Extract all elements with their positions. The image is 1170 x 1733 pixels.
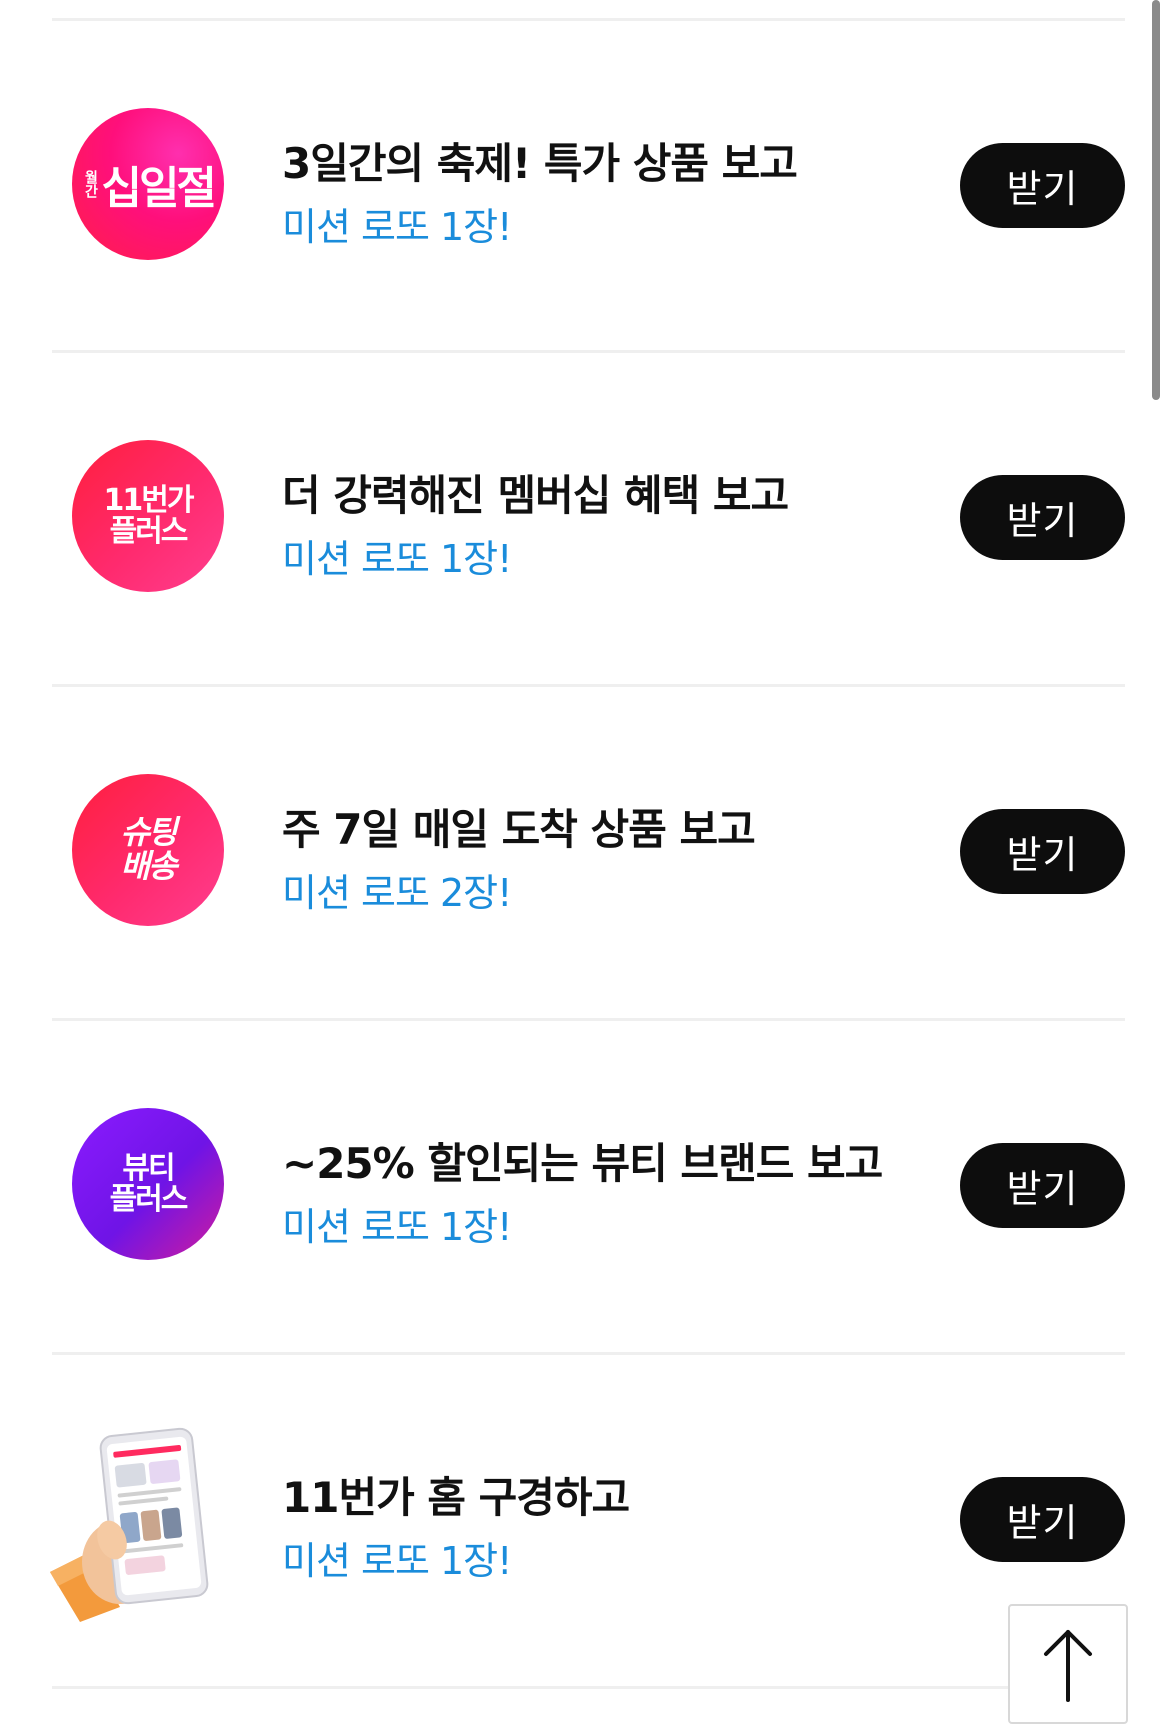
phone-in-hand-illustration (50, 1427, 209, 1622)
scrollbar[interactable] (1152, 0, 1160, 400)
mission-item-festival: 월간 십일절 3일간의 축제! 특가 상품 보고 미션 로또 1장! 받기 (52, 18, 1125, 348)
mission-item-11st-home: 11번가 홈 구경하고 미션 로또 1장! 받기 (50, 1352, 1125, 1682)
mission-reward: 미션 로또 1장! (282, 537, 512, 581)
mission-title: 더 강력해진 멤버십 혜택 보고 (282, 471, 789, 520)
shooting-delivery-logo-icon: 슈팅 배송 (72, 774, 224, 926)
festival-logo-icon: 월간 십일절 (72, 108, 224, 260)
mission-item-11st-plus: 11번가 플러스 더 강력해진 멤버십 혜택 보고 미션 로또 1장! 받기 (52, 350, 1125, 680)
claim-button[interactable]: 받기 (960, 143, 1125, 228)
mission-reward: 미션 로또 1장! (282, 205, 512, 249)
11st-plus-logo-icon: 11번가 플러스 (72, 440, 224, 592)
mission-title: 3일간의 축제! 특가 상품 보고 (282, 139, 798, 188)
claim-button[interactable]: 받기 (960, 1477, 1125, 1562)
festival-logo-main-text: 십일절 (101, 163, 216, 214)
mission-reward: 미션 로또 1장! (282, 1205, 512, 1249)
festival-logo-side-text: 월간 (82, 170, 99, 198)
claim-button[interactable]: 받기 (960, 809, 1125, 894)
mission-reward: 미션 로또 2장! (282, 871, 512, 915)
divider (52, 1686, 1125, 1689)
logo-line-1: 슈팅 (120, 813, 178, 852)
logo-line-2: 플러스 (109, 514, 189, 549)
logo-line-2: 배송 (120, 847, 178, 885)
logo-line-1: 뷰티 (122, 1150, 175, 1186)
mission-title: 주 7일 매일 도착 상품 보고 (282, 805, 756, 854)
mission-title: ~25% 할인되는 뷰티 브랜드 보고 (282, 1139, 883, 1188)
mission-item-beauty-plus: 뷰티 플러스 ~25% 할인되는 뷰티 브랜드 보고 미션 로또 1장! 받기 (52, 1018, 1125, 1348)
mission-item-shooting-delivery: 슈팅 배송 주 7일 매일 도착 상품 보고 미션 로또 2장! 받기 (52, 684, 1125, 1014)
claim-button[interactable]: 받기 (960, 475, 1125, 560)
beauty-plus-logo-icon: 뷰티 플러스 (72, 1108, 224, 1260)
mission-reward: 미션 로또 1장! (282, 1539, 512, 1583)
mission-title: 11번가 홈 구경하고 (282, 1473, 630, 1522)
logo-line-2: 플러스 (109, 1182, 189, 1217)
phone-in-hand-icon (50, 1422, 235, 1622)
mission-list-page: 월간 십일절 3일간의 축제! 특가 상품 보고 미션 로또 1장! 받기 11… (0, 0, 1170, 1733)
scroll-to-top-button[interactable] (1008, 1604, 1128, 1724)
claim-button[interactable]: 받기 (960, 1143, 1125, 1228)
arrow-up-icon (1044, 1630, 1092, 1702)
logo-line-1: 11번가 (103, 482, 195, 518)
